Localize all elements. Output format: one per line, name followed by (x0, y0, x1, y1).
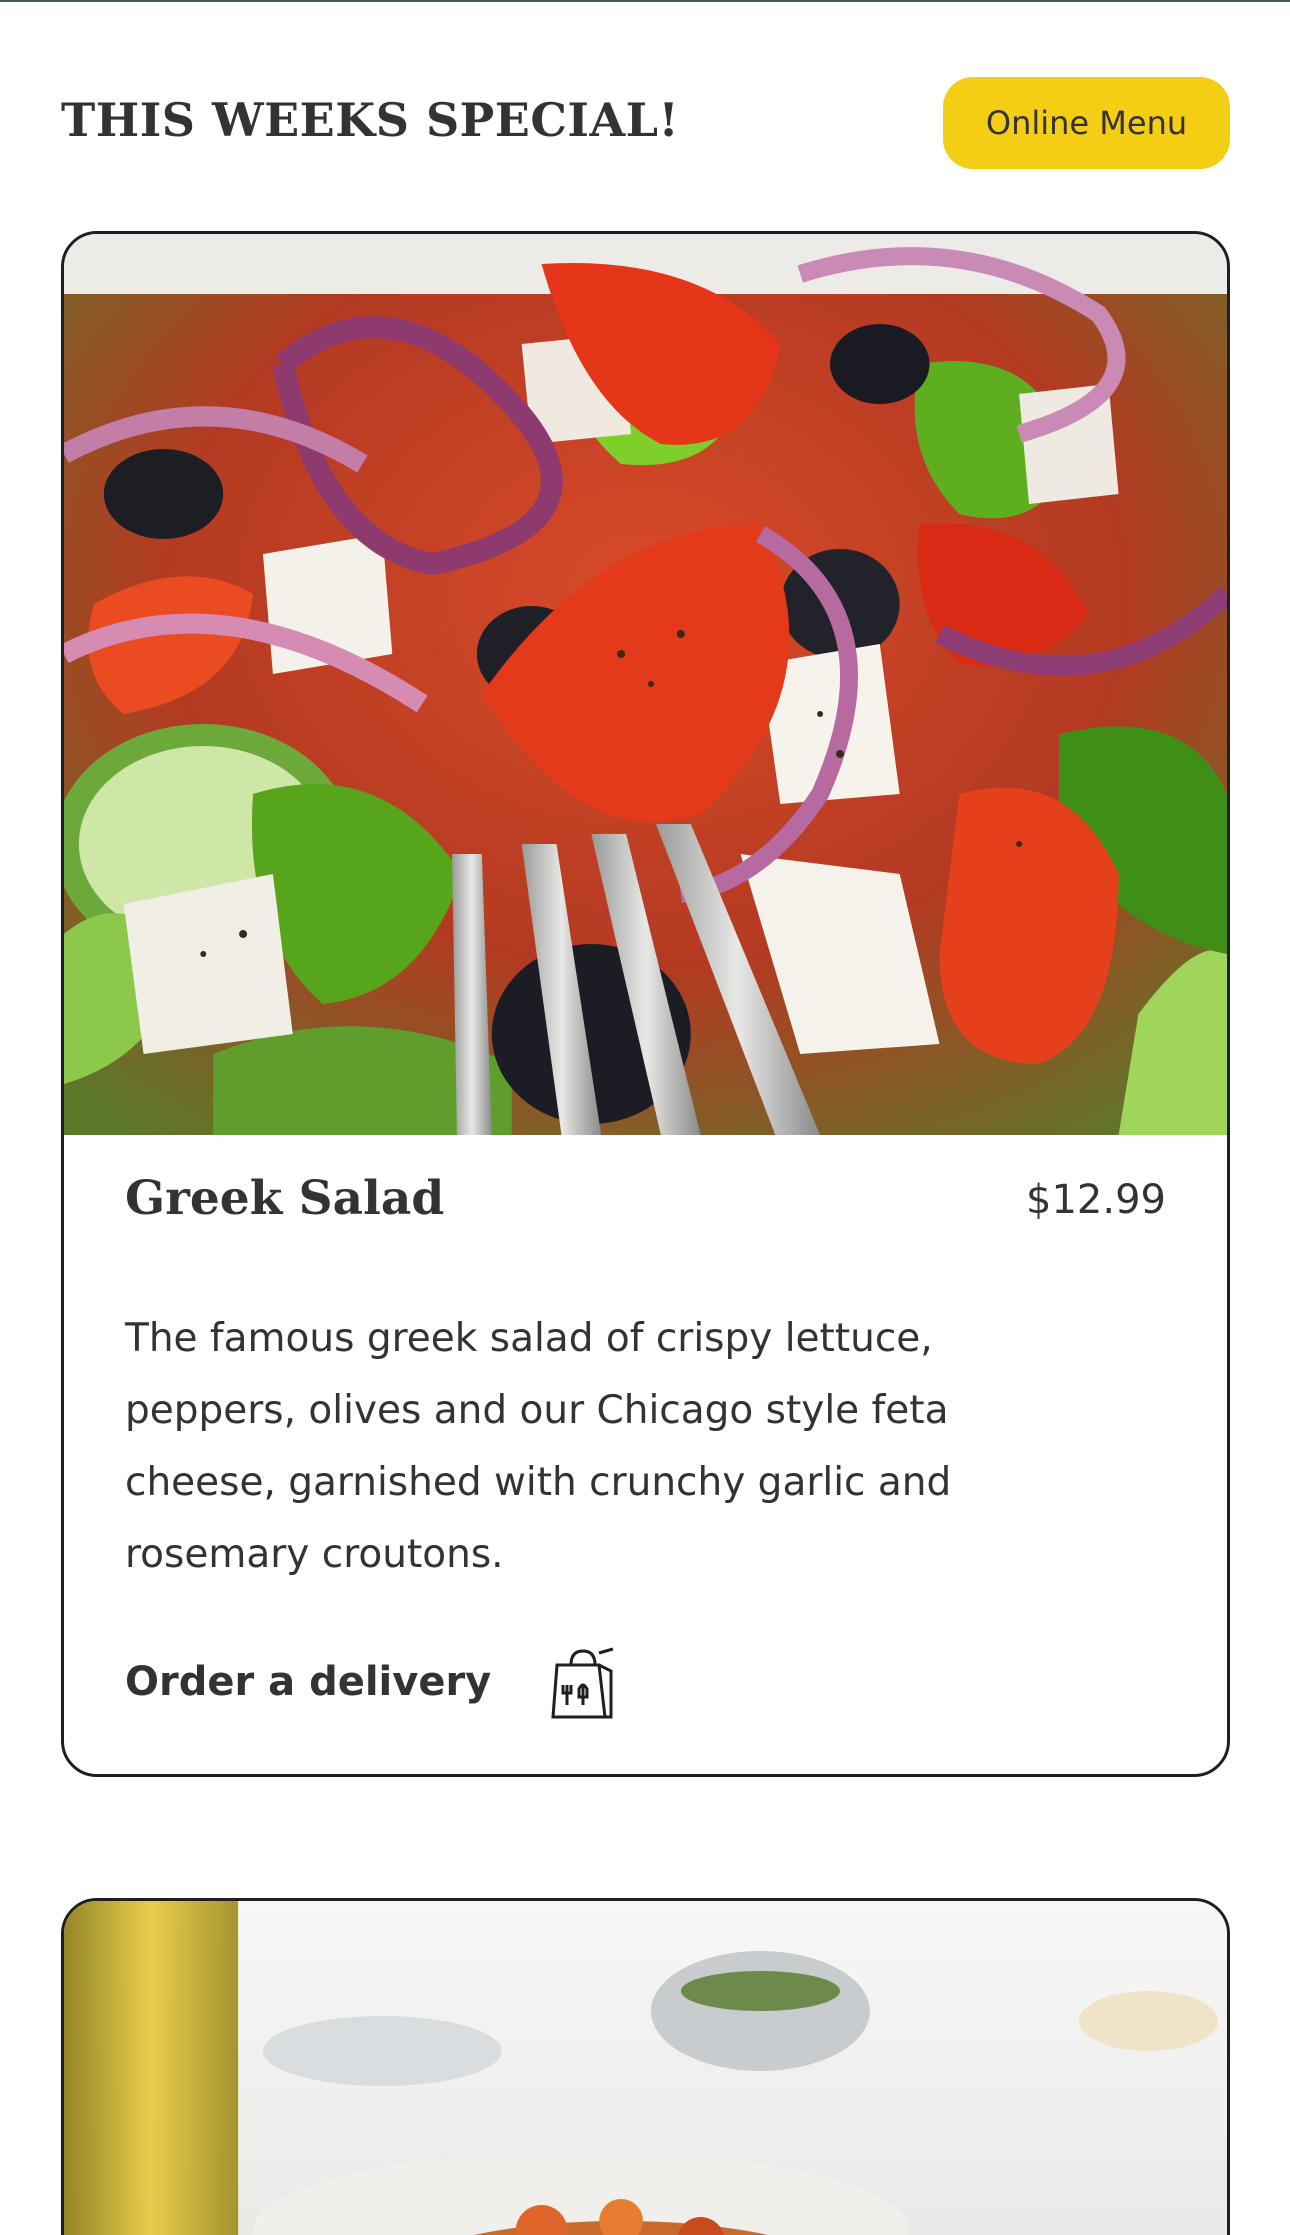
dish-price: $12.99 (1026, 1177, 1166, 1223)
delivery-bag-icon (551, 1647, 614, 1719)
specials-header: THIS WEEKS SPECIAL! Online Menu (61, 77, 1230, 169)
dish-title: Greek Salad (125, 1171, 445, 1226)
top-divider (0, 0, 1290, 2)
dish-description: The famous greek salad of crispy lettuce… (125, 1316, 952, 1577)
special-card[interactable]: Greek Salad $12.99 The famous greek sala… (61, 231, 1230, 1777)
special-card[interactable] (61, 1898, 1230, 2235)
order-delivery-link[interactable]: Order a delivery (125, 1642, 617, 1722)
online-menu-button[interactable]: Online Menu (943, 77, 1230, 169)
salad-image (64, 234, 1227, 1135)
greek-salad-photo (64, 234, 1227, 1135)
section-title: THIS WEEKS SPECIAL! (61, 93, 680, 147)
order-delivery-label: Order a delivery (125, 1659, 492, 1705)
bruschetta-image (64, 1901, 1227, 2235)
card-body: Greek Salad $12.99 The famous greek sala… (64, 1135, 1227, 1774)
bruschetta-photo (64, 1901, 1227, 2235)
